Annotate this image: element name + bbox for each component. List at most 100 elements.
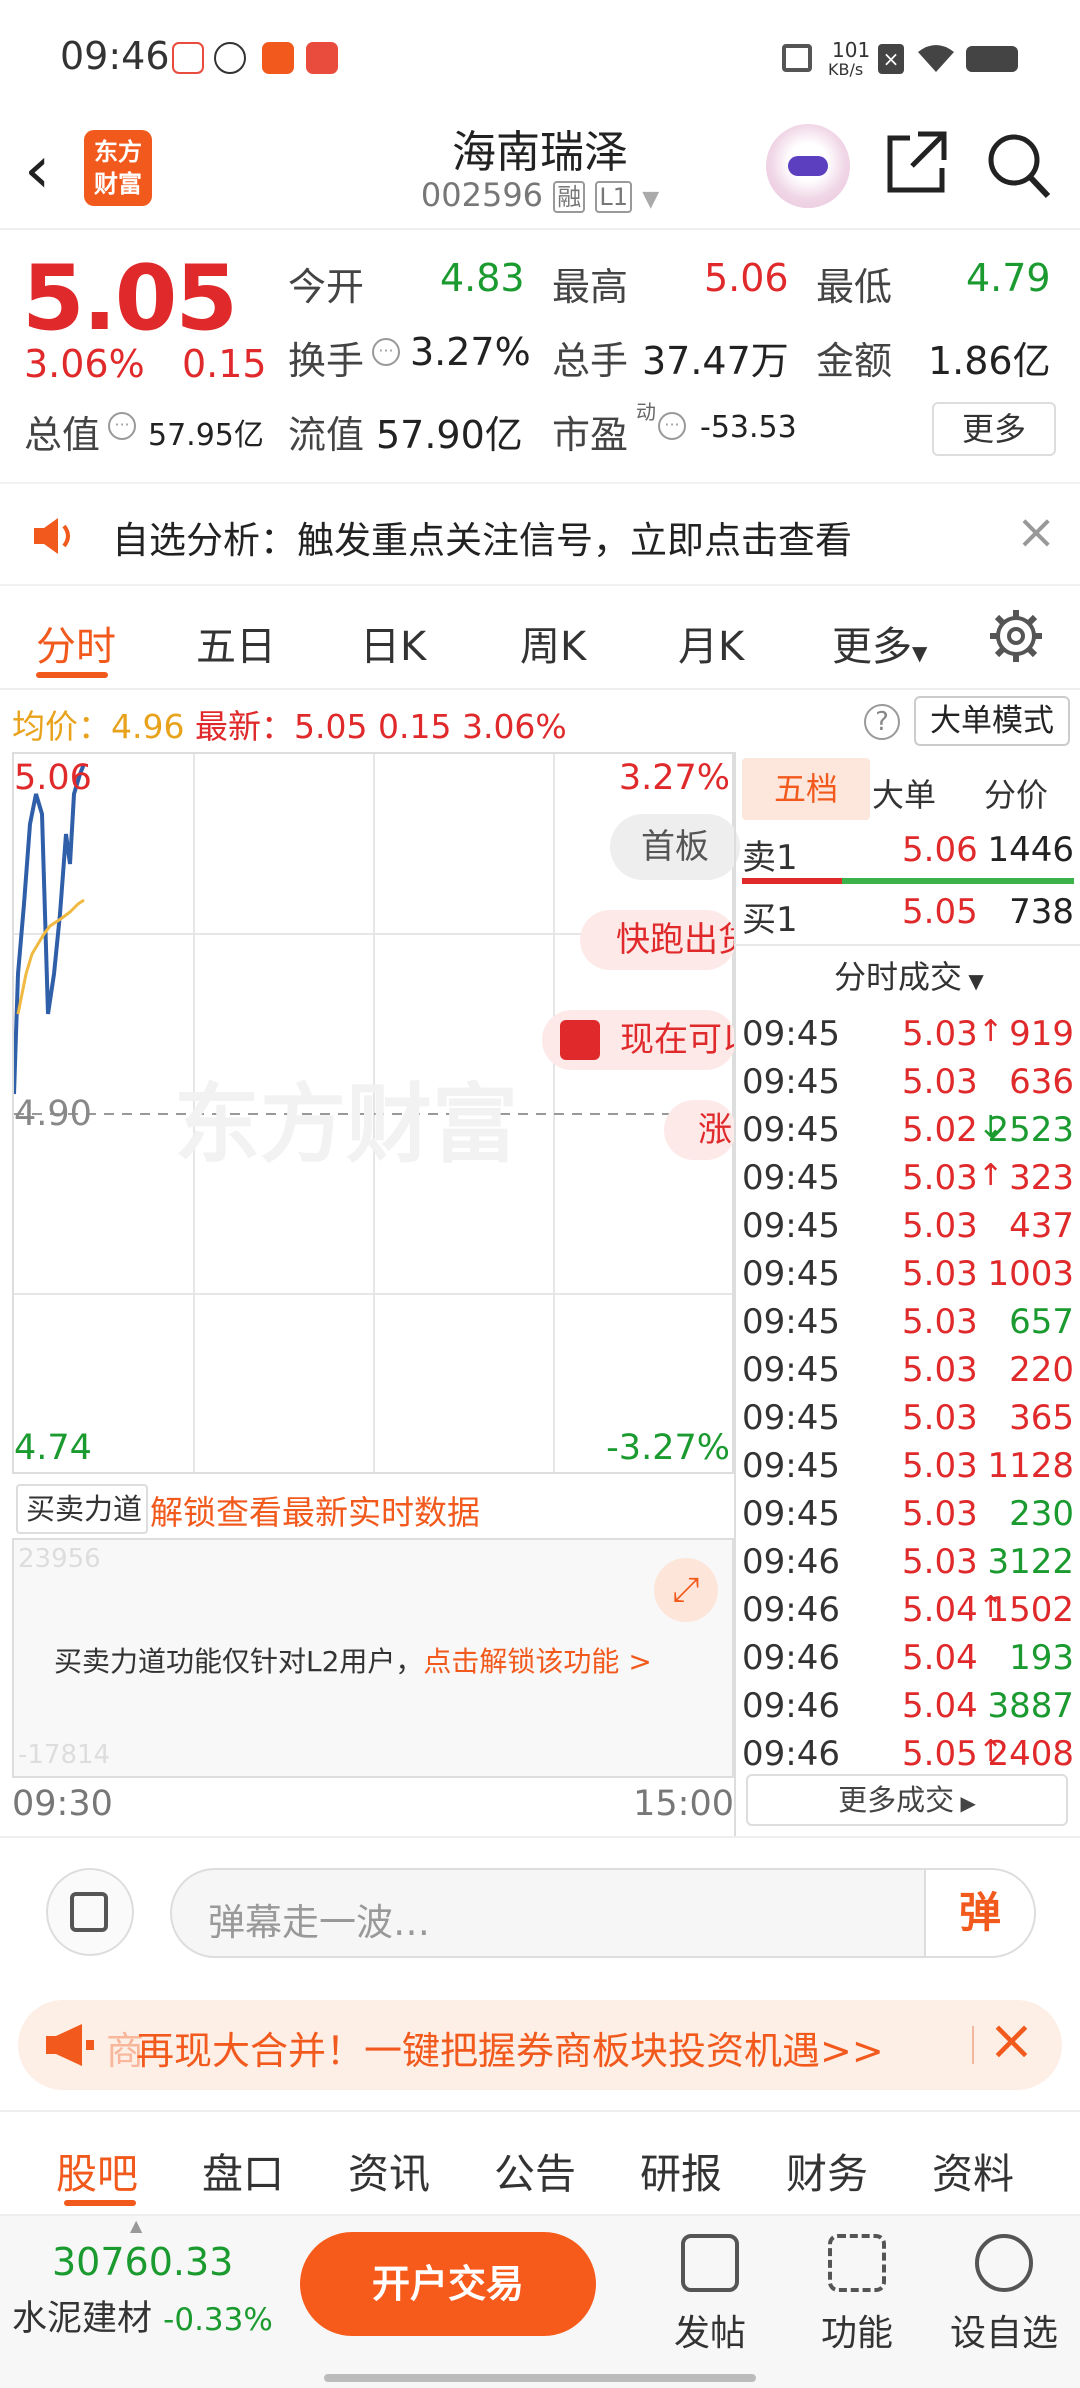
bid-ask-ratio-bar [742, 878, 1074, 884]
tick-volume: 1502 [987, 1590, 1074, 1630]
add-watchlist-button[interactable]: 设自选 [944, 2226, 1064, 2356]
tab-profile[interactable]: 资料 [932, 2140, 1014, 2200]
chevron-down-icon: ▼ [642, 187, 660, 212]
tick-row: 09:45 5.03 ↑ 919 [742, 1014, 1074, 1058]
close-icon[interactable]: × [1016, 504, 1056, 560]
tab-intraday[interactable]: 分时 [36, 614, 116, 672]
turnover-label: 换手 [288, 339, 365, 383]
open-account-trade-button[interactable]: 开户交易 [300, 2232, 596, 2336]
tab-monthly-k[interactable]: 月K [678, 614, 744, 672]
pe-dynamic-mark: 动 [636, 400, 656, 424]
danmaku-bar: 弹幕走一波… 弹 [0, 1836, 1080, 1986]
help-icon[interactable]: ? [864, 704, 900, 740]
order-panel-border [734, 752, 736, 1836]
watchlist-analysis-banner[interactable]: 自选分析：触发重点关注信号，立即点击查看 × [0, 482, 1080, 586]
more-quote-button[interactable]: 更多 [932, 402, 1056, 456]
tick-row: 09:45 5.03 657 [742, 1302, 1074, 1346]
tick-row: 09:46 5.03 3122 [742, 1542, 1074, 1586]
tab-daily-k[interactable]: 日K [360, 614, 426, 672]
force-notice-text: 买卖力道功能仅针对L2用户， [54, 1645, 424, 1678]
tick-price: 5.03 [902, 1014, 978, 1054]
promo-banner[interactable]: 商 再现大合并！一键把握券商板块投资机遇>> × [18, 2000, 1062, 2090]
sell1-row: 卖1 5.06 1446 [742, 830, 1074, 878]
search-icon[interactable] [986, 130, 1052, 200]
post-button[interactable]: 发帖 [650, 2226, 770, 2356]
tab-big-orders[interactable]: 大单 [872, 770, 936, 816]
signal-pill-1[interactable]: 快跑出货 [580, 910, 736, 970]
status-bar: 09:46 101 KB/s × [0, 0, 1080, 110]
force-notice-link[interactable]: 点击解锁该功能 > [423, 1645, 651, 1678]
tick-price: 5.04 [902, 1638, 978, 1678]
intraday-chart[interactable]: 东方财富 5.06 3.27% 4.90 4.74 -3.27% 首板 快跑出货… [12, 752, 740, 1474]
top-pct-label: 3.27% [618, 758, 730, 798]
first-board-badge[interactable]: 首板 [610, 814, 740, 880]
tick-row: 09:45 5.03 1003 [742, 1254, 1074, 1298]
tick-time: 09:45 [742, 1158, 840, 1198]
function-button[interactable]: 功能 [797, 2226, 917, 2356]
tick-volume: 2523 [987, 1110, 1074, 1150]
eastmoney-logo[interactable]: 东方财富 [84, 130, 152, 206]
avg-value: 4.96 [111, 707, 185, 746]
force-unlock-link[interactable]: 解锁查看最新实时数据 [150, 1486, 480, 1534]
signal-pill-2[interactable]: 现在可以 [542, 1010, 736, 1070]
more-trades-label: 更多成交 [838, 1783, 955, 1817]
tick-time: 09:45 [742, 1254, 840, 1294]
big-order-mode-button[interactable]: 大单模式 [914, 696, 1070, 746]
firecracker-icon [560, 1020, 600, 1060]
pe-value: -53.53 [700, 410, 797, 445]
signal-pill-2-label: 现在可以 [620, 1020, 736, 1060]
more-trades-button[interactable]: 更多成交 ▶ [746, 1774, 1068, 1826]
tab-price-dist[interactable]: 分价 [984, 770, 1048, 816]
tick-price: 5.03 [902, 1398, 978, 1438]
danmaku-input[interactable]: 弹幕走一波… 弹 [170, 1868, 1036, 1958]
force-locked-area[interactable]: 23956 -17814 ⤢ 买卖力道功能仅针对L2用户，点击解锁该功能 > [12, 1538, 734, 1778]
tick-volume: 657 [1009, 1302, 1074, 1342]
danmaku-settings-icon[interactable] [46, 1868, 134, 1956]
app-notify-icon-3 [306, 42, 338, 74]
tab-announcements[interactable]: 公告 [494, 2140, 576, 2200]
mcap-info-icon[interactable]: ··· [108, 412, 136, 440]
robot-assistant-icon[interactable] [766, 124, 850, 208]
tick-volume: 2408 [987, 1734, 1074, 1774]
tab-more[interactable]: 更多▼ [832, 614, 927, 672]
tab-news[interactable]: 资讯 [348, 2140, 430, 2200]
stock-code-line[interactable]: 002596 融 L1 ▼ [340, 176, 740, 214]
quote-panel: 5.05 3.06% 0.15 今开 4.83 最高 5.06 最低 4.79 … [0, 232, 1080, 468]
force-select[interactable]: 买卖力道 ▼ [16, 1484, 148, 1575]
share-icon[interactable] [884, 128, 948, 198]
danmaku-send-button[interactable]: 弹 [924, 1870, 1034, 1956]
tab-research[interactable]: 研报 [640, 2140, 722, 2200]
tab-five-day[interactable]: 五日 [196, 614, 276, 672]
index-widget[interactable]: ▲ 30760.33 水泥建材 -0.33% [0, 2216, 280, 2366]
tab-finance[interactable]: 财务 [786, 2140, 868, 2200]
tick-row: 09:45 5.03 ↑ 323 [742, 1158, 1074, 1202]
tick-time: 09:46 [742, 1638, 840, 1678]
turnover-info-icon[interactable]: ··· [372, 338, 400, 366]
tab-five-levels[interactable]: 五档 [742, 758, 870, 820]
tick-row: 09:46 5.05 ↑ 2408 [742, 1734, 1074, 1778]
tab-pankou[interactable]: 盘口 [202, 2140, 284, 2200]
back-icon[interactable]: ‹ [24, 130, 84, 210]
tick-volume: 3887 [987, 1686, 1074, 1726]
expand-icon[interactable]: ⤢ [654, 1558, 718, 1622]
tab-guba[interactable]: 股吧 [56, 2140, 138, 2200]
close-icon[interactable]: × [988, 2008, 1035, 2073]
index-value: 30760.33 [52, 2240, 234, 2284]
mcap-value: 57.95亿 [148, 418, 264, 453]
ask-ratio-fill [742, 878, 842, 884]
tick-price: 5.03 [902, 1494, 978, 1534]
net-speed-value: 101 [832, 38, 871, 62]
tick-volume: 3122 [987, 1542, 1074, 1582]
pe-info-icon[interactable]: ··· [658, 412, 686, 440]
ticks-header[interactable]: 分时成交 ▼ [834, 952, 984, 998]
low-label: 最低 [816, 265, 893, 309]
tick-time: 09:45 [742, 1062, 840, 1102]
tick-volume: 365 [1009, 1398, 1074, 1438]
tab-weekly-k[interactable]: 周K [520, 614, 586, 672]
settings-gear-icon[interactable] [988, 608, 1044, 664]
signal-pill-3[interactable]: 涨 [664, 1100, 736, 1160]
tick-price: 5.02 [902, 1110, 978, 1150]
tick-volume: 636 [1009, 1062, 1074, 1102]
float-value: 57.90亿 [376, 413, 523, 457]
chart-watermark: 东方财富 [174, 1075, 518, 1175]
